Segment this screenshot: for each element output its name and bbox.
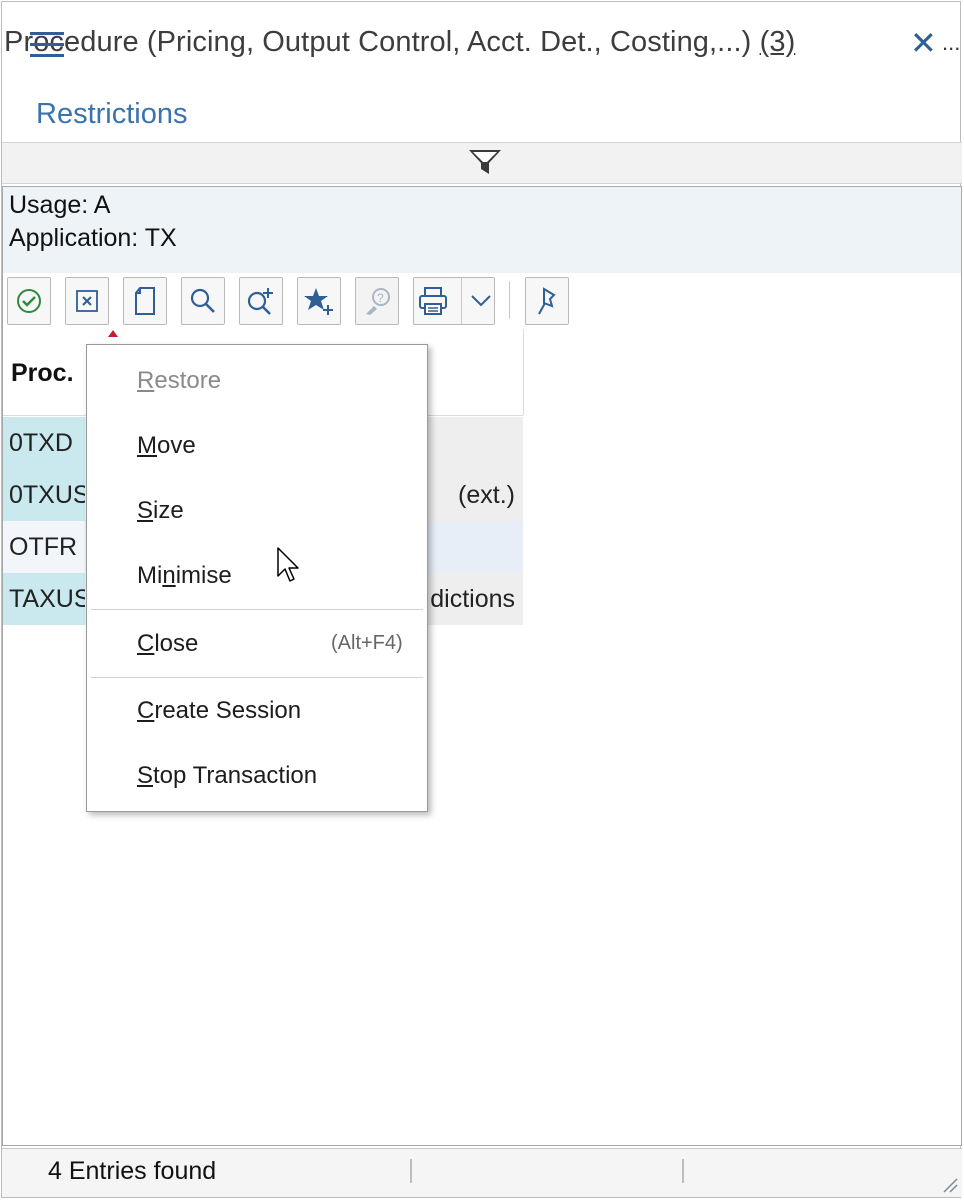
close-icon[interactable]: ✕ — [910, 24, 937, 62]
application-text: Application: TX — [9, 224, 177, 252]
entries-found-text: 4 Entries found — [48, 1157, 217, 1185]
favorites-add-icon — [304, 288, 333, 315]
add-to-favorites-button[interactable] — [297, 277, 341, 325]
row-key-cell[interactable]: 0TXD — [3, 417, 85, 469]
continue-button[interactable] — [7, 277, 51, 325]
more-icon[interactable]: ... — [942, 30, 960, 56]
restrictions-link[interactable]: Restrictions — [36, 98, 188, 131]
menu-item-close[interactable]: Close (Alt+F4) — [137, 630, 403, 658]
column-header-proc[interactable]: Proc. — [11, 359, 74, 388]
cancel-icon — [76, 290, 98, 312]
new-document-button[interactable] — [123, 277, 167, 325]
mouse-cursor-icon — [277, 547, 299, 582]
restrictions-collapse-bar[interactable] — [2, 142, 962, 184]
window-context-menu: Restore Move Size Minimise Close (Alt+F4)… — [86, 344, 428, 812]
toolbar: ? — [3, 275, 961, 329]
dialog-title: Procedure (Pricing, Output Control, Acct… — [4, 26, 796, 58]
menu-item-stop-transaction[interactable]: Stop Transaction — [137, 762, 317, 790]
column-divider[interactable] — [523, 329, 524, 415]
search-icon — [190, 288, 215, 313]
help-icon: ? — [366, 288, 390, 315]
sort-indicator-icon — [108, 330, 118, 337]
menu-separator — [91, 677, 423, 678]
resize-grip-icon[interactable] — [940, 1175, 958, 1193]
status-separator — [682, 1159, 684, 1183]
row-key-cell[interactable]: OTFR — [3, 521, 85, 573]
find-next-button[interactable] — [239, 277, 283, 325]
print-button[interactable] — [413, 277, 495, 325]
dropdown-icon[interactable] — [470, 294, 492, 308]
menu-item-create-session[interactable]: Create Session — [137, 697, 301, 725]
menu-item-size[interactable]: Size — [137, 497, 184, 525]
find-button[interactable] — [181, 277, 225, 325]
title-count[interactable]: (3) — [760, 26, 796, 58]
menu-separator — [91, 609, 423, 610]
pin-button[interactable] — [525, 277, 569, 325]
new-document-icon — [135, 287, 155, 315]
close-shortcut: (Alt+F4) — [331, 632, 403, 654]
selection-info: Usage: A Application: TX — [3, 187, 961, 273]
filter-icon[interactable] — [468, 147, 502, 177]
pin-icon — [538, 287, 556, 315]
status-bar: 4 Entries found — [2, 1148, 962, 1197]
status-separator — [410, 1159, 412, 1183]
toolbar-separator — [509, 281, 510, 319]
menu-item-move[interactable]: Move — [137, 432, 196, 460]
row-key-cell[interactable]: 0TXUS — [3, 469, 90, 521]
menu-item-minimise[interactable]: Minimise — [137, 562, 232, 590]
hamburger-menu-icon[interactable] — [30, 32, 64, 58]
check-icon — [17, 289, 41, 313]
title-bar: Procedure (Pricing, Output Control, Acct… — [0, 0, 964, 88]
print-icon — [418, 287, 447, 315]
help-button[interactable]: ? — [355, 277, 399, 325]
row-key-cell[interactable]: TAXUS — [3, 573, 91, 625]
search-more-icon — [247, 288, 273, 315]
svg-text:?: ? — [377, 291, 384, 305]
cancel-button[interactable] — [65, 277, 109, 325]
usage-text: Usage: A — [9, 191, 111, 219]
menu-item-restore[interactable]: Restore — [137, 367, 221, 395]
